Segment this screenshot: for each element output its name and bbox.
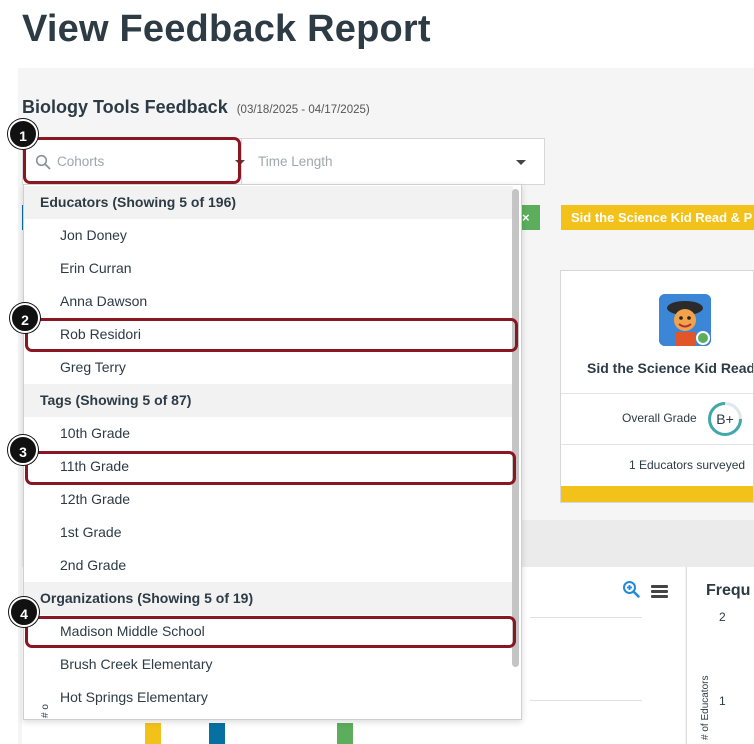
callout-badge-1: 1 <box>8 119 38 149</box>
card-divider <box>561 444 753 445</box>
time-length-select[interactable]: Time Length <box>240 138 545 185</box>
chart-gridline <box>530 617 642 618</box>
filter-chip-tool[interactable]: Sid the Science Kid Read & P <box>561 205 754 230</box>
group-tags: Tags (Showing 5 of 87) <box>24 384 513 417</box>
highlight-tag <box>25 451 516 485</box>
report-name: Biology Tools Feedback <box>22 97 228 117</box>
callout-badge-2: 2 <box>10 303 40 333</box>
highlight-educator <box>25 318 518 352</box>
y-tick-1: 1 <box>719 694 726 708</box>
dropdown-scrollbar[interactable] <box>512 189 519 667</box>
option-12th-grade[interactable]: 12th Grade <box>24 483 513 516</box>
chart-gridline <box>530 700 642 701</box>
option-hot-springs-elementary[interactable]: Hot Springs Elementary <box>24 681 513 714</box>
grade-ring: B+ <box>708 402 742 436</box>
tool-name: Sid the Science Kid Read & <box>587 360 754 376</box>
page-title: View Feedback Report <box>22 8 431 50</box>
callout-badge-3: 3 <box>8 435 38 465</box>
group-organizations: Organizations (Showing 5 of 19) <box>24 582 513 615</box>
zoom-in-icon[interactable] <box>622 580 640 598</box>
chart-bar <box>209 723 225 744</box>
overall-grade-label: Overall Grade <box>622 411 697 425</box>
option-erin-curran[interactable]: Erin Curran <box>24 252 513 285</box>
report-title: Biology Tools Feedback (03/18/2025 - 04/… <box>22 97 370 118</box>
report-date-range: (03/18/2025 - 04/17/2025) <box>236 104 370 116</box>
group-educators: Educators (Showing 5 of 196) <box>24 186 513 219</box>
option-jon-doney[interactable]: Jon Doney <box>24 219 513 252</box>
chart-bar <box>337 723 353 744</box>
highlight-cohorts <box>23 137 241 184</box>
option-brush-creek-elementary[interactable]: Brush Creek Elementary <box>24 648 513 681</box>
y-axis-label: # of Educators <box>700 675 711 740</box>
filter-chip-remove[interactable]: × <box>520 205 540 230</box>
tool-logo <box>659 294 711 346</box>
option-2nd-grade[interactable]: 2nd Grade <box>24 549 513 582</box>
option-1st-grade[interactable]: 1st Grade <box>24 516 513 549</box>
tool-card[interactable]: Sid the Science Kid Read & Overall Grade… <box>560 270 754 503</box>
callout-badge-4: 4 <box>9 597 39 627</box>
option-greg-terry[interactable]: Greg Terry <box>24 351 513 384</box>
time-length-placeholder: Time Length <box>258 154 333 169</box>
frequency-chart-title: Frequ <box>706 582 751 599</box>
option-anna-dawson[interactable]: Anna Dawson <box>24 285 513 318</box>
chart-bar <box>145 723 161 744</box>
highlight-organization <box>25 616 516 648</box>
chevron-down-icon <box>516 160 526 165</box>
card-divider <box>561 393 753 394</box>
chart-menu-icon[interactable] <box>651 585 668 598</box>
educators-surveyed: 1 Educators surveyed <box>629 458 746 472</box>
option-10th-grade[interactable]: 10th Grade <box>24 417 513 450</box>
y-tick-2: 2 <box>719 610 726 624</box>
card-color-bar <box>561 486 753 502</box>
left-axis-label-fragment: # o <box>40 704 51 718</box>
sid-character-icon <box>659 294 711 346</box>
grade-value: B+ <box>716 411 734 427</box>
